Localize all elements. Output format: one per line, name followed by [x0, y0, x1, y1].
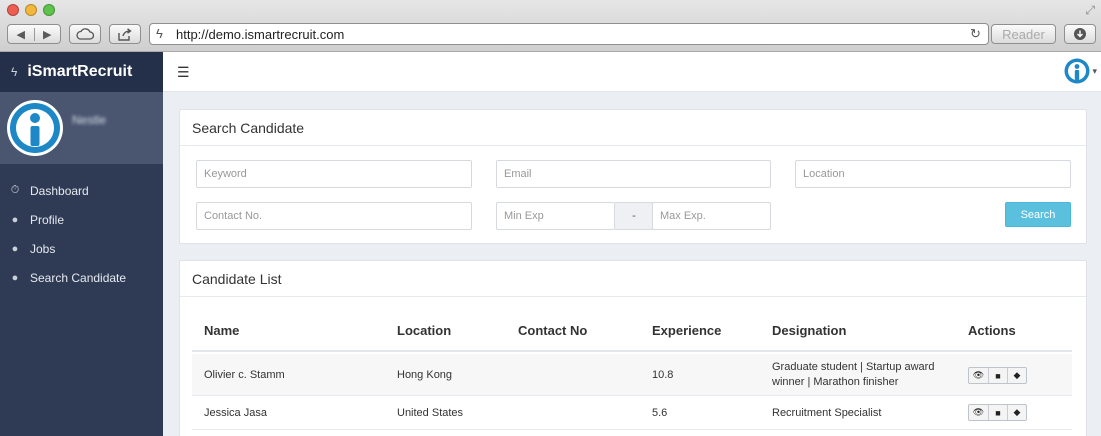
- view-icon[interactable]: 👁: [969, 368, 988, 383]
- search-button[interactable]: Search: [1005, 202, 1071, 227]
- candidate-name[interactable]: Olivier c. Stamm: [204, 368, 285, 382]
- brand-bar[interactable]: ϟ iSmartRecruit: [0, 52, 163, 92]
- user-icon: ●: [11, 271, 19, 284]
- sidebar-item-label: Profile: [30, 212, 65, 227]
- column-header[interactable]: Designation: [772, 323, 846, 338]
- user-logo-icon: [1064, 58, 1090, 84]
- sidebar-item-label: Jobs: [30, 241, 56, 256]
- cloud-icon: [76, 28, 94, 40]
- downloads-button[interactable]: [1064, 24, 1096, 44]
- download-icon: [1074, 28, 1086, 40]
- search-candidate-panel: Search Candidate Keyword Email Location …: [179, 109, 1087, 244]
- avatar[interactable]: [7, 100, 63, 156]
- briefcase-icon[interactable]: ■: [988, 368, 1007, 383]
- stopwatch-icon: ⏱: [10, 184, 20, 196]
- candidate-designation: Recruitment Specialist: [772, 407, 882, 419]
- address-bar[interactable]: ϟ http://demo.ismartrecruit.com ↻: [149, 23, 989, 45]
- user-panel: Nestle: [0, 92, 163, 164]
- candidate-designation: Graduate student | Startup award: [772, 361, 935, 373]
- reader-button[interactable]: Reader: [991, 24, 1056, 44]
- tags-icon[interactable]: ◆: [1007, 368, 1026, 383]
- close-window-button[interactable]: [7, 4, 19, 16]
- candidate-location: Hong Kong: [397, 369, 453, 381]
- reload-icon[interactable]: ↻: [970, 26, 981, 42]
- forward-button[interactable]: ▶: [33, 27, 61, 41]
- candidate-list-panel: Candidate List Name Location Contact No …: [179, 260, 1087, 436]
- location-input[interactable]: Location: [795, 160, 1071, 188]
- table-header: Name Location Contact No Experience Desi…: [192, 311, 1072, 352]
- back-button[interactable]: ◀: [8, 28, 34, 41]
- panel-title: Candidate List: [180, 261, 1086, 297]
- column-header[interactable]: Name: [204, 323, 239, 338]
- row-actions: 👁 ■ ◆: [968, 404, 1027, 421]
- chevron-down-icon: ▾: [1092, 65, 1097, 76]
- tags-icon[interactable]: ◆: [1007, 405, 1026, 420]
- brand-name: iSmartRecruit: [27, 63, 133, 80]
- candidate-experience: 5.6: [652, 407, 668, 419]
- fullscreen-icon[interactable]: ⤢: [1085, 3, 1095, 18]
- top-header: ☰ ▾: [163, 52, 1101, 92]
- candidate-designation: winner | Marathon finisher: [772, 376, 899, 388]
- back-forward-buttons: ◀ ▶: [7, 24, 61, 44]
- window-controls: [7, 4, 55, 16]
- sidebar-item-label: Dashboard: [30, 183, 89, 198]
- exp-range-separator: -: [615, 202, 653, 230]
- keyword-input[interactable]: Keyword: [196, 160, 472, 188]
- table-row: Olivier c. Stamm Hong Kong 10.8 Graduate…: [192, 354, 1072, 396]
- url-text: http://demo.ismartrecruit.com: [176, 27, 345, 42]
- user-logo-icon: [10, 103, 60, 153]
- zoom-window-button[interactable]: [43, 4, 55, 16]
- sidebar-menu: ⏱ Dashboard ● Profile ● Jobs ● Search Ca…: [0, 176, 163, 292]
- column-header[interactable]: Experience: [652, 323, 721, 338]
- table-row: Jessica Jasa United States 5.6 Recruitme…: [192, 396, 1072, 430]
- share-button[interactable]: [109, 24, 141, 44]
- user-menu[interactable]: ▾: [1064, 58, 1097, 84]
- column-header[interactable]: Location: [397, 323, 451, 338]
- candidate-name[interactable]: Jessica Jasa: [204, 406, 267, 420]
- sidebar-item-label: Search Candidate: [30, 270, 127, 285]
- column-header[interactable]: Contact No: [518, 323, 587, 338]
- user-icon: ●: [11, 242, 19, 255]
- user-name: Nestle: [72, 113, 107, 127]
- briefcase-icon[interactable]: ■: [988, 405, 1007, 420]
- sidebar-item-jobs[interactable]: ● Jobs: [0, 234, 163, 263]
- candidate-experience: 10.8: [652, 369, 674, 381]
- contact-number-input[interactable]: Contact No.: [196, 202, 472, 230]
- site-favicon-icon: ϟ: [156, 26, 163, 41]
- view-icon[interactable]: 👁: [969, 405, 988, 420]
- menu-toggle-icon[interactable]: ☰: [177, 64, 190, 81]
- min-exp-input[interactable]: Min Exp: [496, 202, 615, 230]
- sidebar-item-search-candidate[interactable]: ● Search Candidate: [0, 263, 163, 292]
- email-input[interactable]: Email: [496, 160, 771, 188]
- bolt-icon: ϟ: [11, 65, 18, 79]
- sidebar: ϟ iSmartRecruit Nestle ⏱ Dashboard ● Pro…: [0, 52, 163, 436]
- user-icon: ●: [11, 213, 19, 226]
- sidebar-item-dashboard[interactable]: ⏱ Dashboard: [0, 176, 163, 205]
- icloud-tabs-button[interactable]: [69, 24, 101, 44]
- max-exp-input[interactable]: Max Exp.: [652, 202, 771, 230]
- share-icon: [118, 27, 132, 41]
- row-actions: 👁 ■ ◆: [968, 367, 1027, 384]
- minimize-window-button[interactable]: [25, 4, 37, 16]
- browser-toolbar: ⤢ ◀ ▶ ϟ http://demo.ismartrecruit.com ↻ …: [0, 0, 1101, 52]
- sidebar-item-profile[interactable]: ● Profile: [0, 205, 163, 234]
- column-header: Actions: [968, 323, 1016, 338]
- panel-title: Search Candidate: [180, 110, 1086, 146]
- candidate-location: United States: [397, 407, 464, 419]
